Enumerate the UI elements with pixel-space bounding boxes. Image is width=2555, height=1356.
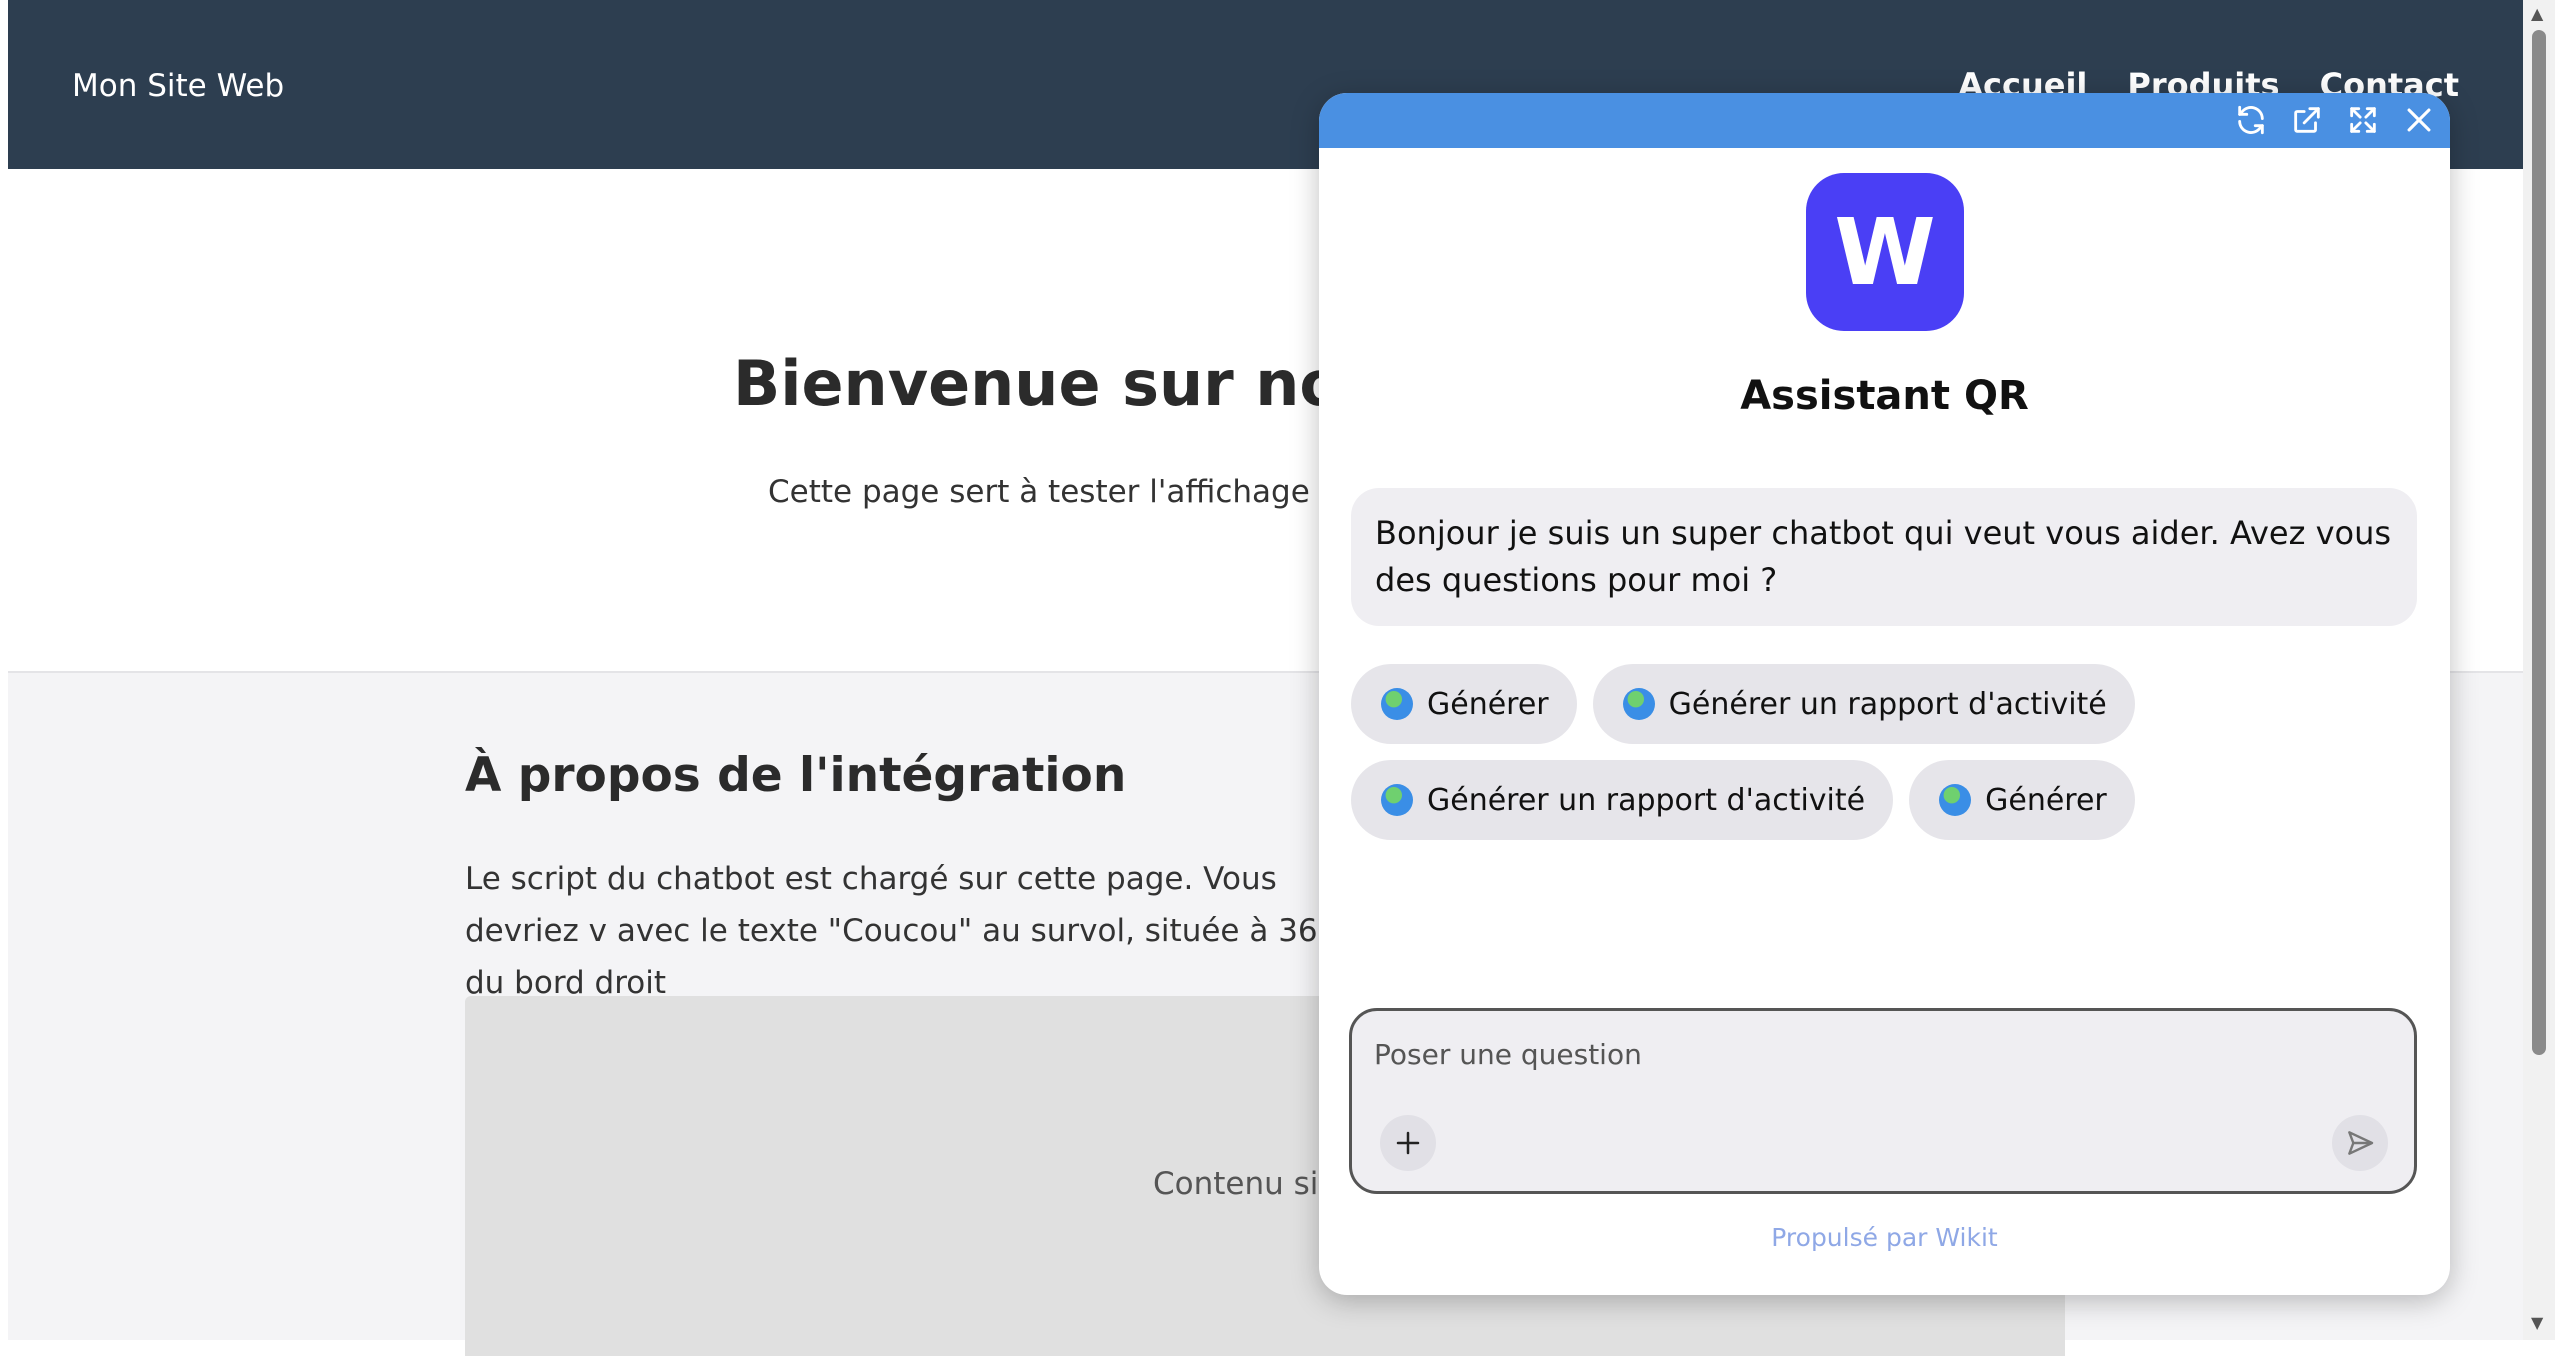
- send-button[interactable]: [2332, 1115, 2388, 1171]
- scroll-down-arrow-icon[interactable]: ▼: [2531, 1313, 2543, 1332]
- refresh-icon[interactable]: [2234, 103, 2268, 137]
- external-link-icon[interactable]: [2290, 103, 2324, 137]
- hero-subtitle: Cette page sert à tester l'affichage de …: [768, 474, 1386, 510]
- expand-icon[interactable]: [2346, 103, 2380, 137]
- chat-input-box: [1349, 1008, 2417, 1194]
- close-icon[interactable]: [2402, 103, 2436, 137]
- site-logo[interactable]: Mon Site Web: [72, 68, 284, 104]
- page-scrollbar[interactable]: ▲ ▼: [2523, 0, 2555, 1340]
- suggestion-label: Générer un rapport d'activité: [1668, 686, 2107, 722]
- suggestion-label: Générer: [1985, 782, 2107, 818]
- globe-icon: [1381, 784, 1413, 816]
- globe-icon: [1939, 784, 1972, 816]
- about-title: À propos de l'intégration: [465, 748, 1127, 803]
- question-input[interactable]: [1372, 1029, 2376, 1079]
- globe-icon: [1381, 688, 1413, 720]
- scroll-up-arrow-icon[interactable]: ▲: [2531, 4, 2543, 23]
- suggestion-chip[interactable]: Générer un rapport d'activité: [1592, 664, 2135, 744]
- chat-topbar: [1319, 93, 2450, 148]
- suggestion-chip[interactable]: Générer: [1909, 760, 2135, 840]
- suggestion-chip[interactable]: Générer: [1351, 664, 1577, 744]
- bot-avatar: W: [1806, 173, 1964, 331]
- chat-controls: [2234, 103, 2436, 137]
- suggestion-chips: Générer Générer un rapport d'activité Gé…: [1351, 664, 2421, 856]
- globe-icon: [1622, 688, 1655, 720]
- suggestion-row: Générer Générer un rapport d'activité: [1351, 664, 2421, 744]
- add-attachment-button[interactable]: [1380, 1115, 1436, 1171]
- scrollbar-thumb[interactable]: [2532, 30, 2546, 1055]
- bot-name: Assistant QR: [1740, 373, 2029, 419]
- about-text: Le script du chatbot est chargé sur cett…: [465, 861, 1356, 1001]
- suggestion-label: Générer un rapport d'activité: [1427, 782, 1866, 818]
- bot-greeting-message: Bonjour je suis un super chatbot qui veu…: [1351, 488, 2417, 626]
- chatbot-widget: W Assistant QR Bonjour je suis un super …: [1319, 93, 2450, 1295]
- plus-icon: [1396, 1131, 1420, 1155]
- powered-by-link[interactable]: Propulsé par Wikit: [1319, 1223, 2450, 1252]
- suggestion-label: Générer: [1427, 686, 1549, 722]
- send-icon: [2348, 1131, 2374, 1155]
- suggestion-chip[interactable]: Générer un rapport d'activité: [1351, 760, 1894, 840]
- suggestion-row: Générer un rapport d'activité Générer: [1351, 760, 2421, 840]
